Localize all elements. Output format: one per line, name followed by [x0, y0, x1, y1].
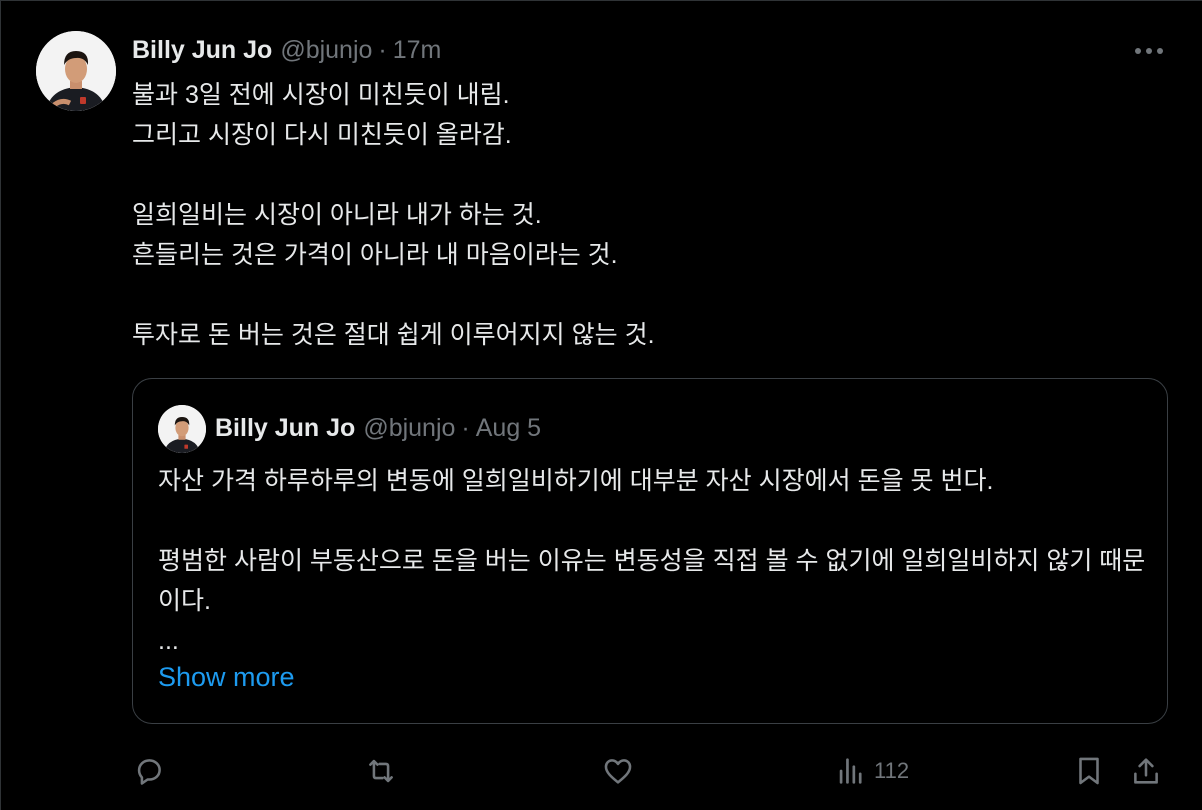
views-count: 112 — [874, 758, 910, 783]
views-chart-icon — [839, 758, 862, 784]
retweet-icon — [369, 759, 393, 783]
tweet-line: 투자로 돈 버는 것은 절대 쉽게 이루어지지 않는 것. — [132, 321, 655, 349]
like-button[interactable] — [601, 749, 635, 793]
reply-icon — [137, 759, 161, 785]
show-more-link[interactable]: Show more — [158, 662, 295, 693]
views-button[interactable]: 112 — [834, 749, 909, 793]
quote-text: 자산 가격 하루하루의 변동에 일희일비하기에 대부분 자산 시장에서 돈을 못… — [158, 461, 1148, 661]
tweet-line: 불과 3일 전에 시장이 미친듯이 내림. — [132, 81, 510, 109]
share-icon — [1134, 758, 1158, 784]
quote-avatar-image — [158, 405, 206, 453]
quoted-tweet[interactable]: Billy Jun Jo @bjunjo · Aug 5 자산 가격 하루하루의… — [132, 378, 1168, 724]
avatar[interactable] — [36, 31, 116, 111]
heart-icon — [604, 759, 632, 784]
quote-date: Aug 5 — [475, 413, 542, 442]
tweet-line: 일희일비는 시장이 아니라 내가 하는 것. — [132, 201, 542, 229]
quote-author-name[interactable]: Billy Jun Jo — [215, 414, 355, 443]
quote-header-separator: · — [461, 413, 470, 442]
quote-header: Billy Jun Jo @bjunjo · Aug 5 — [215, 411, 541, 445]
action-bar: 112 — [132, 749, 1168, 793]
quote-line: 평범한 사람이 부동산으로 돈을 버는 이유는 변동성을 직접 볼 수 없기에 … — [158, 547, 1146, 615]
quote-line: 자산 가격 하루하루의 변동에 일희일비하기에 대부분 자산 시장에서 돈을 못… — [158, 467, 994, 495]
tweet-text: 불과 3일 전에 시장이 미친듯이 내림. 그리고 시장이 다시 미친듯이 올라… — [132, 75, 1162, 355]
quote-line: ... — [158, 627, 179, 655]
tweet-line: 그리고 시장이 다시 미친듯이 올라감. — [132, 121, 512, 149]
avatar-image — [36, 31, 116, 111]
header-separator: · — [378, 35, 387, 64]
tweet-timestamp[interactable]: 17m — [393, 36, 442, 65]
tweet-line: 흔들리는 것은 가격이 아니라 내 마음이라는 것. — [132, 241, 618, 269]
share-button[interactable] — [1129, 749, 1163, 793]
reply-button[interactable] — [132, 749, 166, 793]
more-horizontal-icon — [1135, 48, 1163, 54]
bookmark-icon — [1079, 757, 1099, 785]
retweet-button[interactable] — [364, 749, 398, 793]
tweet-card[interactable]: Billy Jun Jo @bjunjo · 17m 불과 3일 전에 시장이 … — [0, 0, 1202, 810]
tweet-header: Billy Jun Jo @bjunjo · 17m — [132, 33, 441, 67]
author-handle[interactable]: @bjunjo — [280, 36, 372, 65]
bookmark-button[interactable] — [1072, 749, 1106, 793]
author-name[interactable]: Billy Jun Jo — [132, 36, 272, 65]
quote-avatar[interactable] — [158, 405, 206, 453]
quote-author-handle[interactable]: @bjunjo — [363, 414, 455, 443]
more-options-button[interactable] — [1129, 34, 1169, 68]
